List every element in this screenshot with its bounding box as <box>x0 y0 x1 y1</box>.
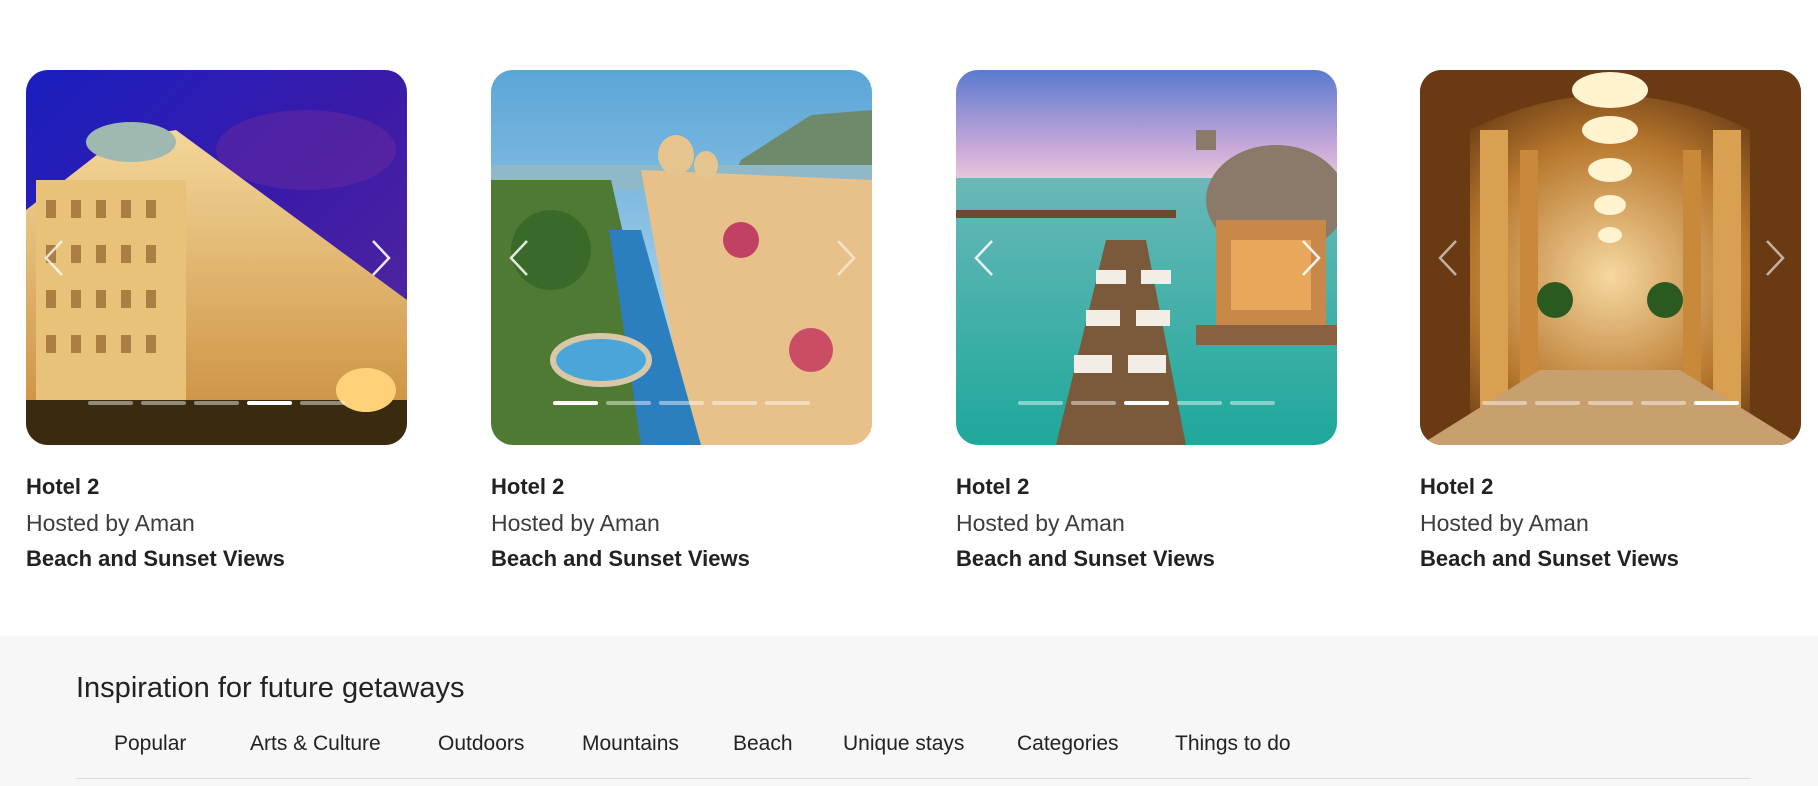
pagination-dot[interactable] <box>659 401 704 405</box>
chevron-right-icon <box>372 240 391 276</box>
listing-feature: Beach and Sunset Views <box>956 546 1215 571</box>
listing-feature: Beach and Sunset Views <box>1420 546 1679 571</box>
pagination-dot-active[interactable] <box>1694 401 1739 405</box>
pagination-dot[interactable] <box>300 401 345 405</box>
inspiration-tabs: Popular Arts & Culture Outdoors Mountain… <box>76 732 1751 779</box>
previous-photo-button[interactable] <box>38 235 72 281</box>
tab-beach[interactable]: Beach <box>733 732 793 756</box>
listing-photo[interactable] <box>26 70 407 445</box>
listing-card[interactable]: Hotel 2 Hosted by Aman Beach and Sunset … <box>956 70 1337 574</box>
listing-title[interactable]: Hotel 2 <box>26 472 407 502</box>
photo-pagination <box>26 401 407 405</box>
next-photo-button[interactable] <box>1293 235 1327 281</box>
hotel-photo-overwater-villa <box>956 70 1337 445</box>
pagination-dot[interactable] <box>1230 401 1275 405</box>
section-title: Inspiration for future getaways <box>76 672 465 704</box>
inspiration-section: Inspiration for future getaways Popular … <box>0 636 1818 786</box>
previous-photo-button[interactable] <box>1432 235 1466 281</box>
chevron-right-icon <box>1766 240 1785 276</box>
hotel-photo-lobby <box>1420 70 1801 445</box>
previous-photo-button[interactable] <box>503 235 537 281</box>
listing-title[interactable]: Hotel 2 <box>1420 472 1801 502</box>
chevron-left-icon <box>974 240 993 276</box>
tab-outdoors[interactable]: Outdoors <box>438 732 524 756</box>
listing-title[interactable]: Hotel 2 <box>956 472 1337 502</box>
pagination-dot-active[interactable] <box>1124 401 1169 405</box>
pagination-dot-active[interactable] <box>247 401 292 405</box>
pagination-dot[interactable] <box>606 401 651 405</box>
listing-card[interactable]: Hotel 2 Hosted by Aman Beach and Sunset … <box>1420 70 1801 574</box>
tab-unique-stays[interactable]: Unique stays <box>843 732 964 756</box>
pagination-dot[interactable] <box>141 401 186 405</box>
tab-categories[interactable]: Categories <box>1017 732 1119 756</box>
pagination-dot[interactable] <box>1641 401 1686 405</box>
listing-photo[interactable] <box>956 70 1337 445</box>
listing-title[interactable]: Hotel 2 <box>491 472 872 502</box>
photo-pagination <box>956 401 1337 405</box>
listing-feature: Beach and Sunset Views <box>491 546 750 571</box>
listing-photo[interactable] <box>491 70 872 445</box>
pagination-dot[interactable] <box>1482 401 1527 405</box>
photo-pagination <box>491 401 872 405</box>
tab-popular[interactable]: Popular <box>114 732 186 756</box>
pagination-dot-active[interactable] <box>553 401 598 405</box>
tab-mountains[interactable]: Mountains <box>582 732 679 756</box>
listing-host: Hosted by Aman <box>491 510 660 536</box>
listing-host: Hosted by Aman <box>1420 510 1589 536</box>
pagination-dot[interactable] <box>765 401 810 405</box>
hotel-photo-lake-palace <box>491 70 872 445</box>
hotel-photo-palace <box>26 70 407 445</box>
chevron-left-icon <box>509 240 528 276</box>
photo-pagination <box>1420 401 1801 405</box>
chevron-right-icon <box>1302 240 1321 276</box>
listing-cards: Hotel 2 Hosted by Aman Beach and Sunset … <box>0 0 1818 636</box>
pagination-dot[interactable] <box>88 401 133 405</box>
chevron-right-icon <box>837 240 856 276</box>
pagination-dot[interactable] <box>1535 401 1580 405</box>
pagination-dot[interactable] <box>1588 401 1633 405</box>
chevron-left-icon <box>1438 240 1457 276</box>
pagination-dot[interactable] <box>1071 401 1116 405</box>
listing-host: Hosted by Aman <box>26 510 195 536</box>
next-photo-button[interactable] <box>363 235 397 281</box>
pagination-dot[interactable] <box>194 401 239 405</box>
listing-photo[interactable] <box>1420 70 1801 445</box>
pagination-dot[interactable] <box>1177 401 1222 405</box>
listing-card[interactable]: Hotel 2 Hosted by Aman Beach and Sunset … <box>26 70 407 574</box>
tab-arts-culture[interactable]: Arts & Culture <box>250 732 381 756</box>
previous-photo-button[interactable] <box>968 235 1002 281</box>
listing-feature: Beach and Sunset Views <box>26 546 285 571</box>
listing-card[interactable]: Hotel 2 Hosted by Aman Beach and Sunset … <box>491 70 872 574</box>
pagination-dot[interactable] <box>712 401 757 405</box>
next-photo-button[interactable] <box>1757 235 1791 281</box>
listing-host: Hosted by Aman <box>956 510 1125 536</box>
next-photo-button[interactable] <box>828 235 862 281</box>
chevron-left-icon <box>44 240 63 276</box>
pagination-dot[interactable] <box>1018 401 1063 405</box>
tab-things-to-do[interactable]: Things to do <box>1175 732 1291 756</box>
